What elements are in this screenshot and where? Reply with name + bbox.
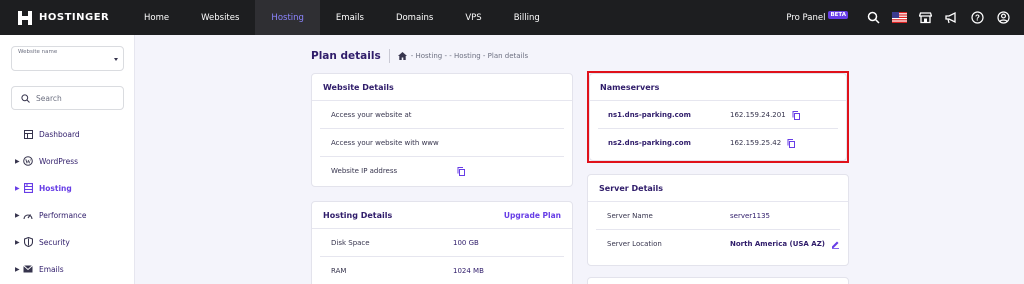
row-value: 1024 MB: [453, 267, 484, 275]
sidebar-item-dashboard[interactable]: Dashboard: [0, 125, 135, 143]
card-title: Server Details: [599, 183, 664, 193]
additional-card: [587, 277, 849, 284]
shield-icon: [22, 236, 34, 248]
row-value: North America (USA AZ): [730, 240, 825, 248]
svg-text:?: ?: [975, 13, 980, 22]
copy-icon[interactable]: [457, 166, 465, 176]
chevron-right-icon: ▶: [15, 157, 20, 165]
card-title: Website Details: [323, 82, 394, 92]
chevron-right-icon: ▶: [15, 238, 20, 246]
detail-row: Website IP address: [312, 157, 572, 185]
detail-row: Access your website with www: [312, 129, 572, 157]
website-select-label: Website name: [18, 49, 58, 55]
page-header: Plan details - Hosting - - Hosting - Pla…: [311, 49, 528, 63]
hostinger-logo-icon: [18, 10, 32, 25]
sidebar-item-security[interactable]: ▶ Security: [0, 233, 135, 251]
sidebar-item-wordpress[interactable]: ▶ W WordPress: [0, 152, 135, 170]
sidebar-search: [11, 86, 124, 110]
highlight-box: [587, 71, 849, 163]
mail-icon: [22, 263, 34, 275]
nav-billing[interactable]: Billing: [498, 0, 556, 35]
row-label: Access your website at: [331, 111, 412, 119]
sidebar-item-label: Hosting: [39, 183, 72, 193]
upgrade-plan-link[interactable]: Upgrade Plan: [504, 211, 561, 220]
card-header: Hosting Details Upgrade Plan: [312, 202, 572, 229]
sidebar-item-label: WordPress: [39, 156, 79, 166]
home-icon[interactable]: [397, 52, 407, 60]
chevron-right-icon: ▶: [15, 211, 20, 219]
pro-panel-label: Pro Panel: [786, 12, 826, 23]
chevron-right-icon: ▶: [15, 184, 20, 192]
sidebar-item-label: Security: [39, 237, 70, 247]
card-header: Server Details: [588, 175, 848, 202]
row-value: 100 GB: [453, 239, 479, 247]
account-icon[interactable]: [990, 0, 1016, 35]
top-right-actions: Pro Panel BETA ?: [786, 0, 1024, 35]
website-select[interactable]: Website name: [11, 46, 124, 71]
row-label: RAM: [331, 267, 347, 275]
brand-logo[interactable]: HOSTINGER: [18, 10, 128, 25]
search-icon: [21, 93, 30, 103]
brand-name: HOSTINGER: [39, 12, 110, 23]
detail-row: Access your website at: [312, 101, 572, 129]
row-label: Server Name: [607, 212, 653, 220]
nav-vps[interactable]: VPS: [449, 0, 497, 35]
chevron-right-icon: ▶: [15, 265, 20, 273]
nav-hosting[interactable]: Hosting: [255, 0, 320, 35]
nav-domains[interactable]: Domains: [380, 0, 449, 35]
detail-row: RAM 1024 MB: [312, 257, 572, 284]
detail-row: Server Location North America (USA AZ): [588, 230, 848, 258]
row-label: Website IP address: [331, 167, 398, 175]
main-nav: Home Websites Hosting Emails Domains VPS…: [128, 0, 556, 35]
top-navbar: HOSTINGER Home Websites Hosting Emails D…: [0, 0, 1024, 35]
nav-websites[interactable]: Websites: [185, 0, 255, 35]
sidebar-item-label: Performance: [39, 210, 87, 220]
breadcrumb[interactable]: - Hosting - - Hosting - Plan details: [411, 52, 528, 60]
sidebar-item-performance[interactable]: ▶ Performance: [0, 206, 135, 224]
detail-row: Server Name server1135: [588, 202, 848, 230]
row-label: Disk Space: [331, 239, 370, 247]
store-icon[interactable]: [912, 0, 938, 35]
sidebar-item-hosting[interactable]: ▶ Hosting: [0, 179, 135, 197]
hosting-details-card: Hosting Details Upgrade Plan Disk Space …: [311, 201, 573, 284]
pro-panel-link[interactable]: Pro Panel BETA: [786, 10, 848, 23]
us-flag-icon[interactable]: [886, 0, 912, 35]
wordpress-icon: W: [22, 155, 34, 167]
dashboard-icon: [22, 128, 34, 140]
row-value: server1135: [730, 212, 770, 220]
sidebar: Website name Dashboard ▶ W WordPress ▶ H…: [0, 35, 135, 284]
sidebar-item-label: Dashboard: [39, 129, 80, 139]
nav-emails[interactable]: Emails: [320, 0, 380, 35]
search-icon[interactable]: [860, 0, 886, 35]
website-details-card: Website Details Access your website at A…: [311, 73, 573, 187]
performance-icon: [22, 209, 34, 221]
sidebar-item-label: Emails: [39, 264, 64, 274]
nav-home[interactable]: Home: [128, 0, 185, 35]
hosting-icon: [22, 182, 34, 194]
megaphone-icon[interactable]: [938, 0, 964, 35]
detail-row: Disk Space 100 GB: [312, 229, 572, 257]
row-label: Access your website with www: [331, 139, 439, 147]
divider: [388, 49, 390, 63]
card-header: Website Details: [312, 74, 572, 101]
server-details-card: Server Details Server Name server1135 Se…: [587, 174, 849, 266]
chevron-down-icon: [114, 58, 118, 61]
row-label: Server Location: [607, 240, 662, 248]
svg-text:W: W: [25, 159, 31, 165]
sidebar-item-emails[interactable]: ▶ Emails: [0, 260, 135, 278]
card-title: Hosting Details: [323, 210, 393, 220]
beta-badge: BETA: [828, 10, 848, 19]
help-icon[interactable]: ?: [964, 0, 990, 35]
edit-icon[interactable]: [831, 240, 840, 249]
sidebar-search-input[interactable]: [36, 93, 116, 103]
page-title: Plan details: [311, 50, 381, 62]
